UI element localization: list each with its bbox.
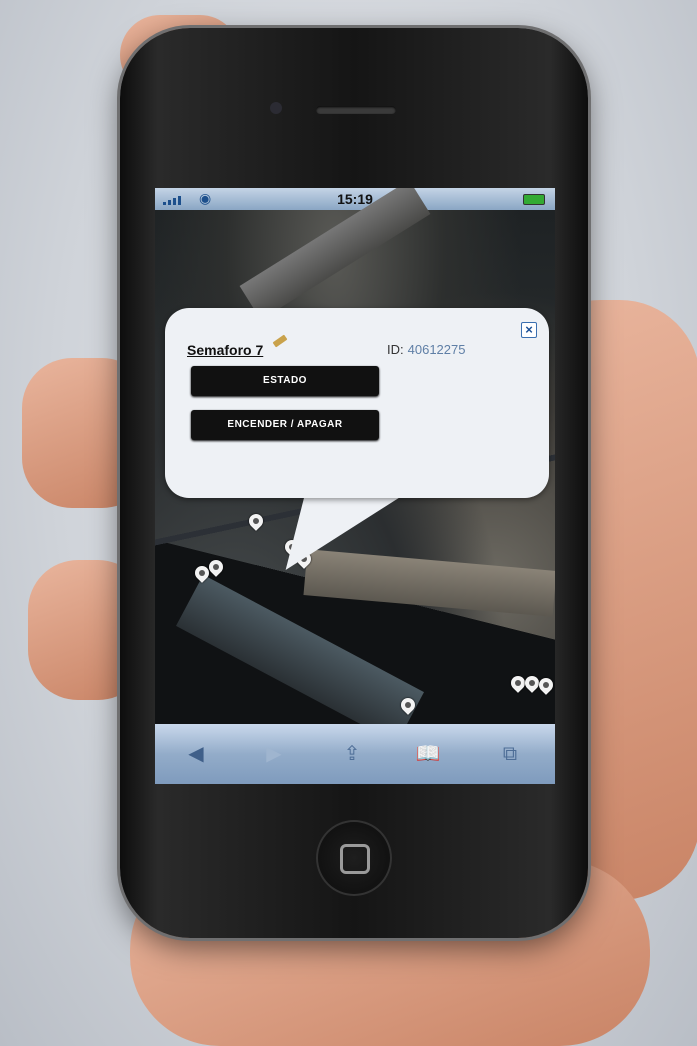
id-value: 40612275 xyxy=(407,342,466,357)
pages-icon[interactable]: ⧉ xyxy=(495,742,525,766)
map-marker-pin[interactable] xyxy=(206,557,226,580)
phone-screen: ◉ 15:19 Semaforo 7 ID: 40612275 × ESTADO … xyxy=(155,188,555,784)
status-bar: ◉ 15:19 xyxy=(155,188,555,210)
id-label: ID: xyxy=(387,342,404,357)
map-marker-pin[interactable] xyxy=(522,673,542,696)
share-icon[interactable]: ⇪ xyxy=(337,742,367,766)
home-square-icon xyxy=(340,844,370,874)
encender-apagar-button[interactable]: ENCENDER / APAGAR xyxy=(191,410,379,440)
earpiece-speaker xyxy=(316,106,396,114)
satellite-map[interactable]: Semaforo 7 ID: 40612275 × ESTADO ENCENDER… xyxy=(155,188,555,744)
popup-title: Semaforo 7 xyxy=(187,342,264,358)
popup-id: ID: 40612275 xyxy=(387,342,465,357)
map-marker-pin[interactable] xyxy=(192,563,212,586)
bookmarks-icon[interactable]: 📖 xyxy=(413,742,443,766)
map-marker-pin[interactable] xyxy=(246,511,266,534)
battery-icon xyxy=(523,194,545,205)
browser-toolbar: ◀ ▶ ⇪ 📖 ⧉ xyxy=(155,724,555,784)
map-marker-pin[interactable] xyxy=(508,673,528,696)
status-time: 15:19 xyxy=(337,191,373,207)
map-marker-pin[interactable] xyxy=(536,675,555,698)
close-icon[interactable]: × xyxy=(521,322,537,338)
back-icon[interactable]: ◀ xyxy=(181,742,211,766)
info-popup: Semaforo 7 ID: 40612275 × ESTADO ENCENDER… xyxy=(165,308,549,498)
estado-button[interactable]: ESTADO xyxy=(191,366,379,396)
map-marker-pin[interactable] xyxy=(398,695,418,718)
front-camera xyxy=(270,102,282,114)
forward-icon[interactable]: ▶ xyxy=(259,742,289,766)
pencil-icon[interactable] xyxy=(272,334,288,348)
home-button[interactable] xyxy=(316,820,392,896)
